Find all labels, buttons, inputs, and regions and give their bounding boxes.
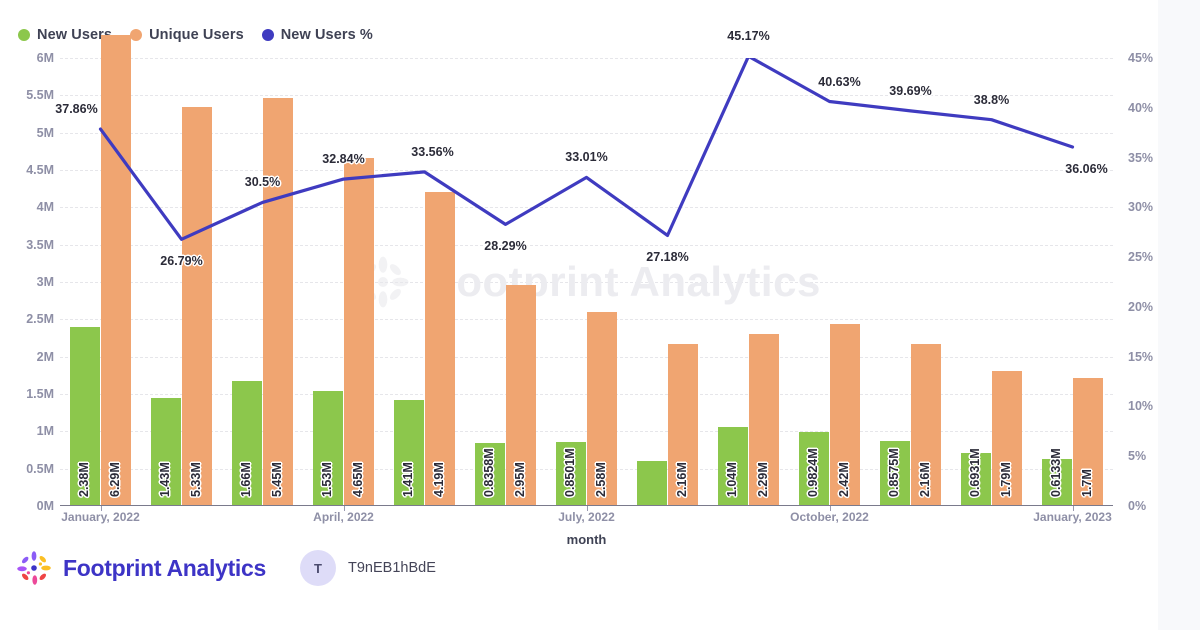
y-axis-left-tick: 3.5M: [26, 237, 54, 252]
y-axis-left-tick: 4.5M: [26, 163, 54, 177]
chart-legend: New Users Unique Users New Users %: [18, 24, 373, 46]
legend-item-0[interactable]: New Users: [18, 27, 112, 43]
x-axis-tick-label: January, 2022: [61, 510, 140, 524]
legend-label: New Users %: [280, 27, 373, 43]
chart-page: New Users Unique Users New Users % Footpri…: [0, 0, 1200, 630]
line-point-label: 38.8%: [973, 92, 1010, 107]
chart-line-series: [98, 58, 1075, 241]
y-axis-right-tick: 5%: [1128, 449, 1147, 464]
line-point-label: 30.5%: [244, 175, 281, 190]
line-point-label: 26.79%: [160, 254, 203, 269]
y-axis-right-tick: 25%: [1128, 250, 1154, 265]
y-axis-right-tick: 45%: [1128, 51, 1154, 65]
y-axis-right-tick: 40%: [1128, 100, 1154, 115]
legend-label: Unique Users: [149, 27, 244, 43]
y-axis-left-tick: 5.5M: [26, 88, 54, 103]
chart-plot-area: Footprint Analytics 2.38M 6.29M 1.43M 5.33M…: [26, 29, 1153, 547]
circle-dot-icon: [261, 29, 274, 41]
right-side-panel: [1158, 0, 1200, 630]
y-axis-right-tick: 30%: [1128, 200, 1154, 215]
x-axis-title: month: [566, 532, 607, 547]
legend-item-2[interactable]: New Users %: [261, 27, 373, 43]
line-point-label: 32.84%: [322, 152, 365, 167]
y-axis-left-tick: 2M: [36, 349, 54, 364]
x-axis-tick-label: April, 2022: [313, 510, 374, 524]
x-axis-tick-label: January, 2023: [1033, 510, 1112, 524]
pinwheel-logo-icon: [17, 551, 51, 585]
y-axis-left-tick: 1M: [36, 424, 54, 439]
circle-dot-icon: [130, 29, 143, 41]
brand-logo-block: Footprint Analytics: [14, 548, 266, 588]
line-point-label: 27.18%: [646, 250, 689, 265]
y-axis-left-tick: 4M: [36, 200, 54, 215]
y-axis-right-tick: 20%: [1128, 299, 1154, 314]
line-point-label: 39.69%: [889, 83, 932, 98]
y-axis-right-tick: 10%: [1128, 399, 1154, 414]
y-axis-right-tick: 15%: [1128, 349, 1154, 364]
y-axis-left-tick: 3M: [36, 275, 54, 289]
line-point-label: 33.01%: [565, 150, 608, 165]
legend-item-1[interactable]: Unique Users: [130, 27, 244, 43]
y-axis-left-tick: 2.5M: [26, 312, 54, 327]
y-axis-left-tick: 0.5M: [26, 461, 54, 476]
line-point-label: 45.17%: [727, 29, 770, 44]
avatar: T: [300, 550, 337, 586]
circle-dot-icon: [18, 29, 30, 41]
line-point-label: 33.56%: [411, 144, 454, 159]
y-axis-left-tick: 6M: [36, 51, 54, 65]
x-axis-tick-label: July, 2022: [558, 510, 615, 524]
line-point-label: 37.86%: [55, 102, 98, 117]
username-label: T9nEB1hBdE: [348, 560, 436, 576]
line-point-label: 28.29%: [484, 239, 527, 254]
y-axis-left-tick: 0M: [36, 499, 54, 513]
y-axis-right-tick: 35%: [1128, 150, 1154, 165]
line-point-label: 40.63%: [818, 74, 861, 89]
brand-name: Footprint Analytics: [63, 554, 267, 581]
y-axis-left-tick: 5M: [36, 125, 54, 140]
y-axis-left-tick: 1.5M: [26, 387, 54, 401]
y-axis-right-tick: 0%: [1128, 499, 1147, 513]
page-footer: Footprint Analytics T T9nEB1hBdE: [14, 548, 436, 588]
line-point-label: 36.06%: [1065, 162, 1108, 176]
x-axis-tick-label: October, 2022: [790, 510, 869, 524]
user-chip[interactable]: T T9nEB1hBdE: [300, 550, 436, 586]
